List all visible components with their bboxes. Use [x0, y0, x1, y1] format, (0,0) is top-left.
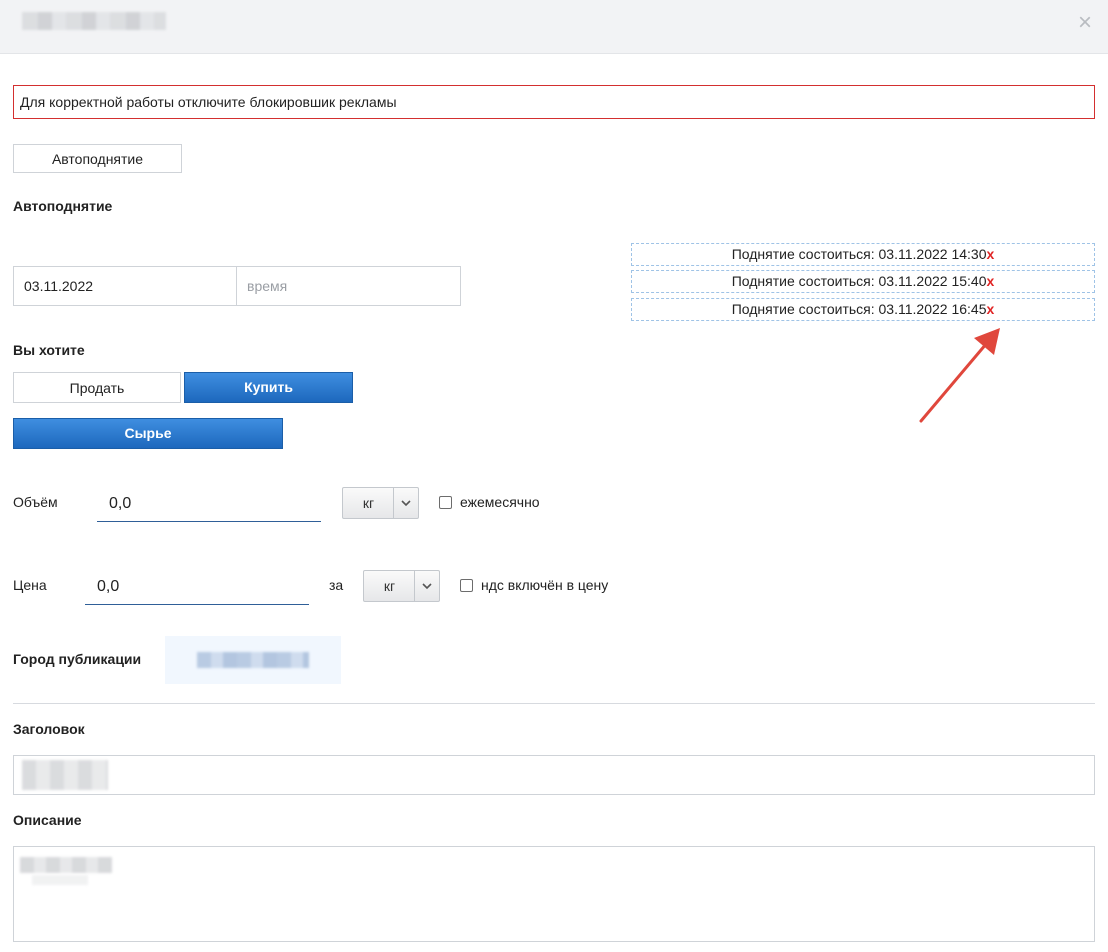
scheduled-raise-item: Поднятие состоиться: 03.11.2022 16:45x: [631, 298, 1095, 321]
dialog-header: ×: [0, 0, 1108, 54]
adblock-notice: Для корректной работы отключите блокиров…: [13, 85, 1095, 119]
intent-title: Вы хотите: [13, 342, 85, 358]
price-unit-value: кг: [383, 578, 396, 594]
price-per-label: за: [329, 577, 344, 593]
city-value-redacted: [197, 652, 309, 668]
title-value-redacted: [22, 760, 108, 790]
price-unit-select[interactable]: кг: [363, 570, 440, 602]
city-label: Город публикации: [13, 651, 142, 667]
scheduled-raise-item: Поднятие состоиться: 03.11.2022 15:40x: [631, 270, 1095, 293]
vat-label: ндс включён в цену: [481, 577, 609, 593]
volume-unit-value: кг: [362, 495, 375, 511]
scheduled-raise-text: Поднятие состоиться: 03.11.2022 14:30: [731, 246, 987, 262]
price-label: Цена: [13, 577, 47, 593]
chevron-down-icon: [393, 488, 418, 518]
volume-input[interactable]: 0,0: [97, 486, 321, 522]
autoraise-tab-button[interactable]: Автоподнятие: [13, 144, 182, 173]
buy-button[interactable]: Купить: [184, 372, 353, 403]
divider: [13, 703, 1095, 704]
monthly-checkbox[interactable]: [439, 496, 452, 509]
scheduled-raise-text: Поднятие состоиться: 03.11.2022 15:40: [731, 273, 987, 289]
close-icon[interactable]: ×: [1074, 11, 1096, 35]
price-input[interactable]: 0,0: [85, 569, 309, 605]
category-button[interactable]: Сырье: [13, 418, 283, 449]
annotation-arrow-icon: [919, 328, 1000, 423]
volume-unit-select[interactable]: кг: [342, 487, 419, 519]
sell-button[interactable]: Продать: [13, 372, 181, 403]
chevron-down-icon: [414, 571, 439, 601]
remove-raise-button[interactable]: x: [986, 273, 994, 289]
description-value-redacted: [32, 875, 88, 885]
volume-label: Объём: [13, 494, 58, 510]
description-value-redacted: [20, 857, 112, 873]
monthly-label: ежемесячно: [460, 494, 540, 510]
dialog-title-redacted: [22, 12, 166, 30]
vat-checkbox[interactable]: [460, 579, 473, 592]
city-select[interactable]: [165, 636, 341, 684]
description-textarea[interactable]: [13, 846, 1095, 942]
remove-raise-button[interactable]: x: [986, 246, 994, 262]
title-input[interactable]: [13, 755, 1095, 795]
description-field-label: Описание: [13, 812, 82, 828]
title-field-label: Заголовок: [13, 721, 85, 737]
time-input[interactable]: время: [236, 266, 461, 306]
autoraise-section-title: Автоподнятие: [13, 198, 113, 214]
scheduled-raise-item: Поднятие состоиться: 03.11.2022 14:30x: [631, 243, 1095, 266]
date-input[interactable]: 03.11.2022: [13, 266, 237, 306]
